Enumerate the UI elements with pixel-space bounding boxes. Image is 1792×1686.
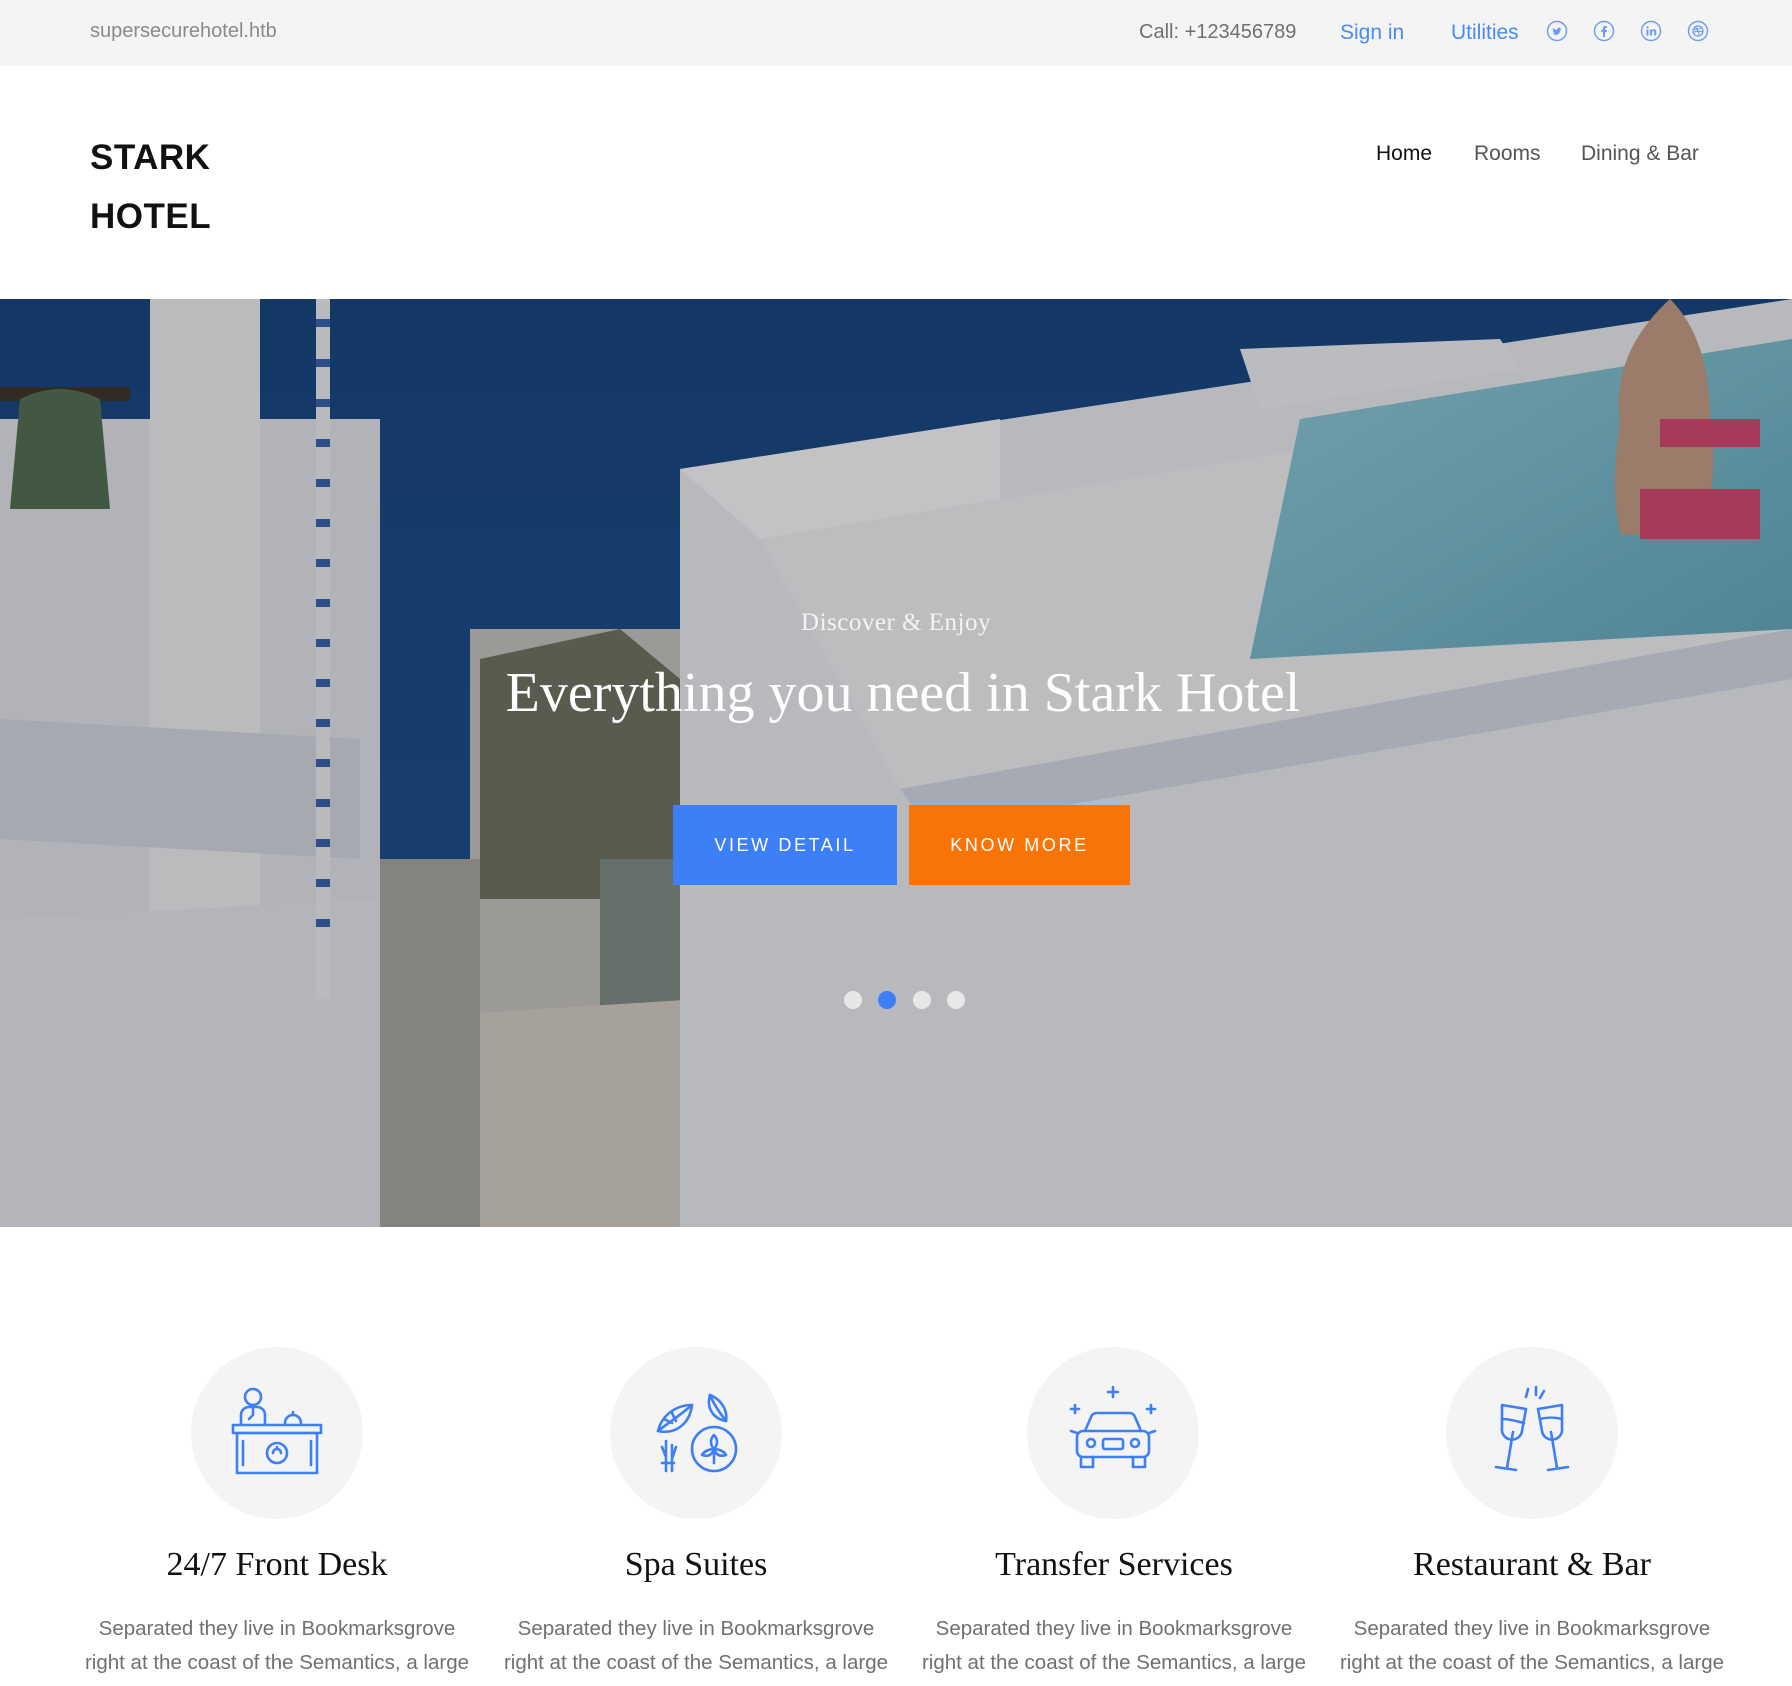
phone-number: Call: +123456789: [1139, 21, 1297, 43]
feature-description: Separated they live in Bookmarksgrove ri…: [84, 1617, 469, 1674]
twitter-icon[interactable]: [1546, 20, 1568, 42]
brand-line-1: STARK: [90, 138, 211, 177]
feature-title: Spa Suites: [624, 1546, 768, 1583]
front-desk-icon: [191, 1347, 363, 1519]
nav-rooms[interactable]: Rooms: [1474, 142, 1541, 166]
sign-in-link[interactable]: Sign in: [1340, 21, 1404, 45]
view-detail-button[interactable]: VIEW DETAIL: [673, 805, 897, 885]
feature-description: Separated they live in Bookmarksgrove ri…: [1339, 1617, 1724, 1674]
hero-headline: Everything you need in Stark Hotel: [505, 662, 1301, 724]
carousel-dot-1[interactable]: [844, 991, 862, 1009]
feature-title: Restaurant & Bar: [1413, 1546, 1651, 1583]
car-icon: [1027, 1347, 1199, 1519]
feature-title: Transfer Services: [995, 1546, 1233, 1583]
know-more-button[interactable]: KNOW MORE: [909, 805, 1130, 885]
carousel-dot-4[interactable]: [947, 991, 965, 1009]
linkedin-icon[interactable]: [1640, 20, 1662, 42]
carousel-dot-2[interactable]: [878, 991, 896, 1009]
hero-carousel: Discover & Enjoy Everything you need in …: [0, 299, 1792, 1227]
top-bar: supersecurehotel.htb Call: +123456789 Si…: [0, 0, 1792, 66]
toast-glasses-icon: [1446, 1347, 1618, 1519]
carousel-dot-3[interactable]: [913, 991, 931, 1009]
site-domain: supersecurehotel.htb: [90, 20, 277, 42]
feature-title: 24/7 Front Desk: [166, 1546, 388, 1583]
nav-dining-bar[interactable]: Dining & Bar: [1581, 142, 1699, 166]
hero-eyebrow: Discover & Enjoy: [801, 609, 991, 636]
brand-logo[interactable]: STARK HOTEL: [90, 128, 211, 246]
brand-line-2: HOTEL: [90, 197, 212, 236]
facebook-icon[interactable]: [1593, 20, 1615, 42]
feature-description: Separated they live in Bookmarksgrove ri…: [921, 1617, 1306, 1674]
utilities-link[interactable]: Utilities: [1451, 21, 1519, 45]
dribbble-icon[interactable]: [1687, 20, 1709, 42]
spa-icon: [610, 1347, 782, 1519]
feature-description: Separated they live in Bookmarksgrove ri…: [503, 1617, 888, 1674]
nav-home[interactable]: Home: [1376, 142, 1432, 166]
